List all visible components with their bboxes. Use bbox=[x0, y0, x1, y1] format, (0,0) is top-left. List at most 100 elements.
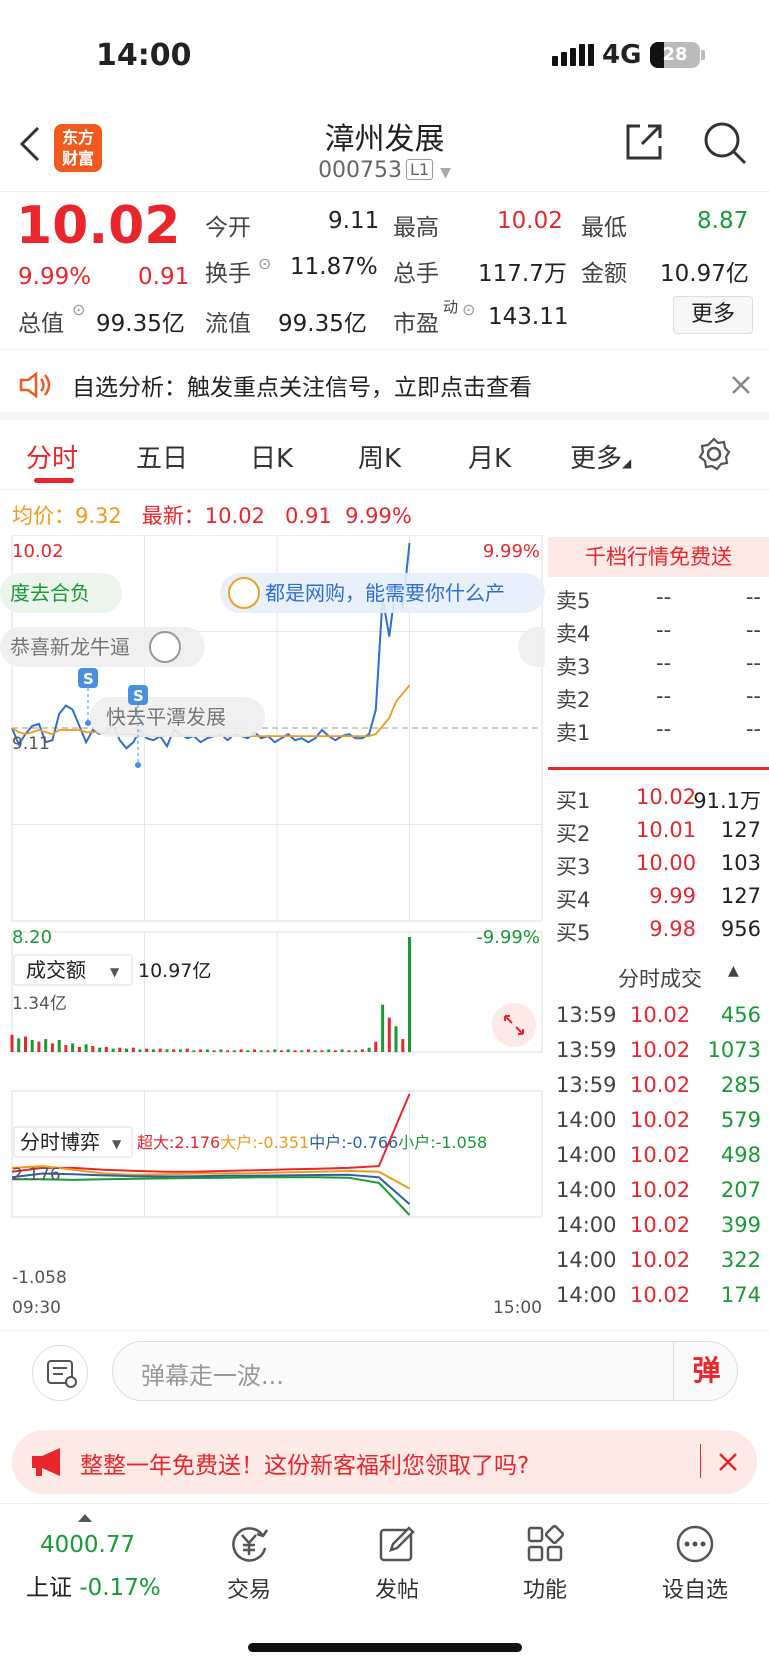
volume-bar bbox=[24, 1036, 27, 1052]
danmaku-toggle-button[interactable]: 弹 bbox=[673, 1342, 739, 1400]
search-icon[interactable] bbox=[702, 120, 748, 166]
volume-total: 10.97亿 bbox=[138, 960, 211, 982]
volume-bar bbox=[37, 1041, 41, 1052]
volume-bar bbox=[185, 1048, 189, 1052]
megaphone-icon bbox=[32, 1448, 60, 1476]
volume-bar bbox=[145, 1048, 149, 1052]
info-icon[interactable]: ⊙ bbox=[258, 254, 271, 273]
danmaku-settings-icon[interactable] bbox=[32, 1345, 88, 1401]
change-amount: 0.91 bbox=[138, 264, 190, 290]
avatar bbox=[149, 631, 181, 663]
pe-label: 市盈 bbox=[393, 311, 439, 337]
prev-close-label: 9.11 bbox=[12, 734, 50, 754]
settings-icon[interactable] bbox=[696, 436, 732, 472]
danmaku-3[interactable]: 恭喜新龙牛逼 bbox=[10, 635, 130, 659]
ask-row: 卖3 -- -- bbox=[556, 651, 761, 679]
volume-bar bbox=[77, 1046, 81, 1052]
more-button[interactable]: 更多 bbox=[673, 296, 753, 334]
danmaku-placeholder: 弹幕走一波... bbox=[141, 1362, 284, 1390]
promo-text: 整整一年免费送！这份新客福利您领取了吗? bbox=[80, 1453, 530, 1479]
flow-legend: 超大:2.176大户:-0.351中户:-0.766小户:-1.058 bbox=[137, 1133, 487, 1152]
volume-label: 总手 bbox=[393, 261, 439, 287]
bid-row: 买2 10.01 127 bbox=[556, 818, 761, 846]
danmaku-input[interactable]: 弹幕走一波... 弹 bbox=[112, 1341, 738, 1401]
close-icon[interactable] bbox=[730, 374, 752, 396]
open-value: 9.11 bbox=[328, 208, 380, 234]
last-value: 10.02 bbox=[204, 504, 265, 528]
current-price: 10.02 bbox=[16, 196, 181, 256]
promo-banner[interactable]: 整整一年免费送！这份新客福利您领取了吗? bbox=[12, 1430, 757, 1494]
tab-weekly-k[interactable]: 周K bbox=[358, 438, 401, 475]
volume-bar bbox=[394, 1026, 398, 1052]
danmaku-4[interactable]: 快去平潭发展 bbox=[106, 705, 226, 729]
intraday-chart[interactable]: 10.02 9.99% 8.20 -9.99% 9.11 度去合负 都是网购，能… bbox=[0, 535, 545, 1327]
function-button[interactable]: 功能 bbox=[490, 1524, 600, 1604]
volume-bar bbox=[387, 1017, 391, 1052]
volume-bar bbox=[408, 937, 411, 1052]
index-value[interactable]: 4000.77 bbox=[40, 1532, 135, 1558]
info-icon[interactable]: ⊙ bbox=[72, 300, 85, 319]
volume-bar bbox=[280, 1050, 283, 1052]
high-value: 10.02 bbox=[497, 208, 563, 234]
turnover-value: 11.87% bbox=[290, 254, 378, 280]
close-icon[interactable] bbox=[718, 1452, 738, 1472]
level2-banner[interactable]: 千档行情免费送 bbox=[548, 537, 769, 577]
volume-max-label: 1.34亿 bbox=[12, 994, 67, 1014]
notice-bar[interactable]: 自选分析：触发重点关注信号，立即点击查看 bbox=[0, 352, 769, 420]
danmaku-1[interactable]: 度去合负 bbox=[10, 581, 90, 605]
volume-bar bbox=[131, 1047, 135, 1052]
index-row[interactable]: 上证 -0.17% bbox=[26, 1568, 161, 1602]
expand-icon[interactable] bbox=[492, 1003, 536, 1047]
avatar bbox=[228, 577, 260, 609]
tab-monthly-k[interactable]: 月K bbox=[468, 438, 511, 475]
volume-bar bbox=[360, 1049, 364, 1052]
svg-text:S: S bbox=[133, 687, 144, 705]
trade-button[interactable]: 交易 bbox=[194, 1524, 304, 1604]
edit-icon bbox=[379, 1526, 415, 1562]
trade-row: 13:59 10.02 285 bbox=[556, 1073, 761, 1097]
volume-bar bbox=[178, 1049, 182, 1052]
add-watchlist-button[interactable]: 设自选 bbox=[640, 1524, 750, 1604]
volume-bar bbox=[172, 1049, 176, 1052]
network-label: 4G bbox=[602, 40, 642, 70]
volume-bar bbox=[340, 1049, 344, 1052]
volume-bar bbox=[367, 1047, 371, 1052]
volume-bar bbox=[374, 1041, 378, 1052]
tab-five-day[interactable]: 五日 bbox=[136, 438, 188, 475]
flow-selector[interactable]: 分时博弈 bbox=[20, 1130, 100, 1154]
caret-up-icon[interactable] bbox=[78, 1514, 92, 1522]
danmaku-2[interactable]: 都是网购，能需要你什么产 bbox=[265, 581, 505, 605]
post-button[interactable]: 发帖 bbox=[342, 1524, 452, 1604]
volume-bar bbox=[320, 1050, 324, 1052]
tab-daily-k[interactable]: 日K bbox=[250, 438, 293, 475]
quote-panel: 10.02 9.99% 0.91 今开 9.11 最高 10.02 最低 8.8… bbox=[0, 192, 769, 350]
volume-bar bbox=[226, 1050, 230, 1052]
volume-bar bbox=[381, 1004, 385, 1052]
stock-code: 000753 bbox=[318, 158, 403, 183]
amount-label: 金额 bbox=[581, 261, 627, 287]
volume-bar bbox=[111, 1048, 115, 1052]
trade-row: 14:00 10.02 174 bbox=[556, 1283, 761, 1307]
change-percent: 9.99% bbox=[18, 264, 92, 290]
danmaku-bar: 弹幕走一波... 弹 bbox=[0, 1330, 769, 1418]
tab-more[interactable]: 更多◢ bbox=[570, 438, 631, 475]
volume-bar bbox=[17, 1038, 21, 1052]
tab-intraday[interactable]: 分时 bbox=[26, 438, 78, 475]
bid-row: 买3 10.00 103 bbox=[556, 851, 761, 879]
trade-row: 14:00 10.02 498 bbox=[556, 1143, 761, 1167]
flow-min-label: -1.058 bbox=[12, 1268, 67, 1288]
volume-bar bbox=[205, 1049, 209, 1052]
volume-bar bbox=[232, 1050, 236, 1052]
volume-bar bbox=[152, 1049, 155, 1052]
volume-bar bbox=[313, 1050, 317, 1052]
bid-row: 买5 9.98 956 bbox=[556, 917, 761, 945]
volume-bar bbox=[71, 1043, 75, 1052]
pct-top-label: 9.99% bbox=[483, 541, 540, 562]
volume-bar bbox=[286, 1049, 290, 1052]
info-icon[interactable]: ⊙ bbox=[462, 300, 475, 319]
trade-row: 13:59 10.02 456 bbox=[556, 1003, 761, 1027]
y-bottom-label: 8.20 bbox=[12, 927, 52, 948]
volume-selector[interactable]: 成交额 bbox=[26, 958, 86, 982]
share-icon[interactable] bbox=[622, 120, 666, 164]
volume-bar bbox=[138, 1049, 142, 1052]
